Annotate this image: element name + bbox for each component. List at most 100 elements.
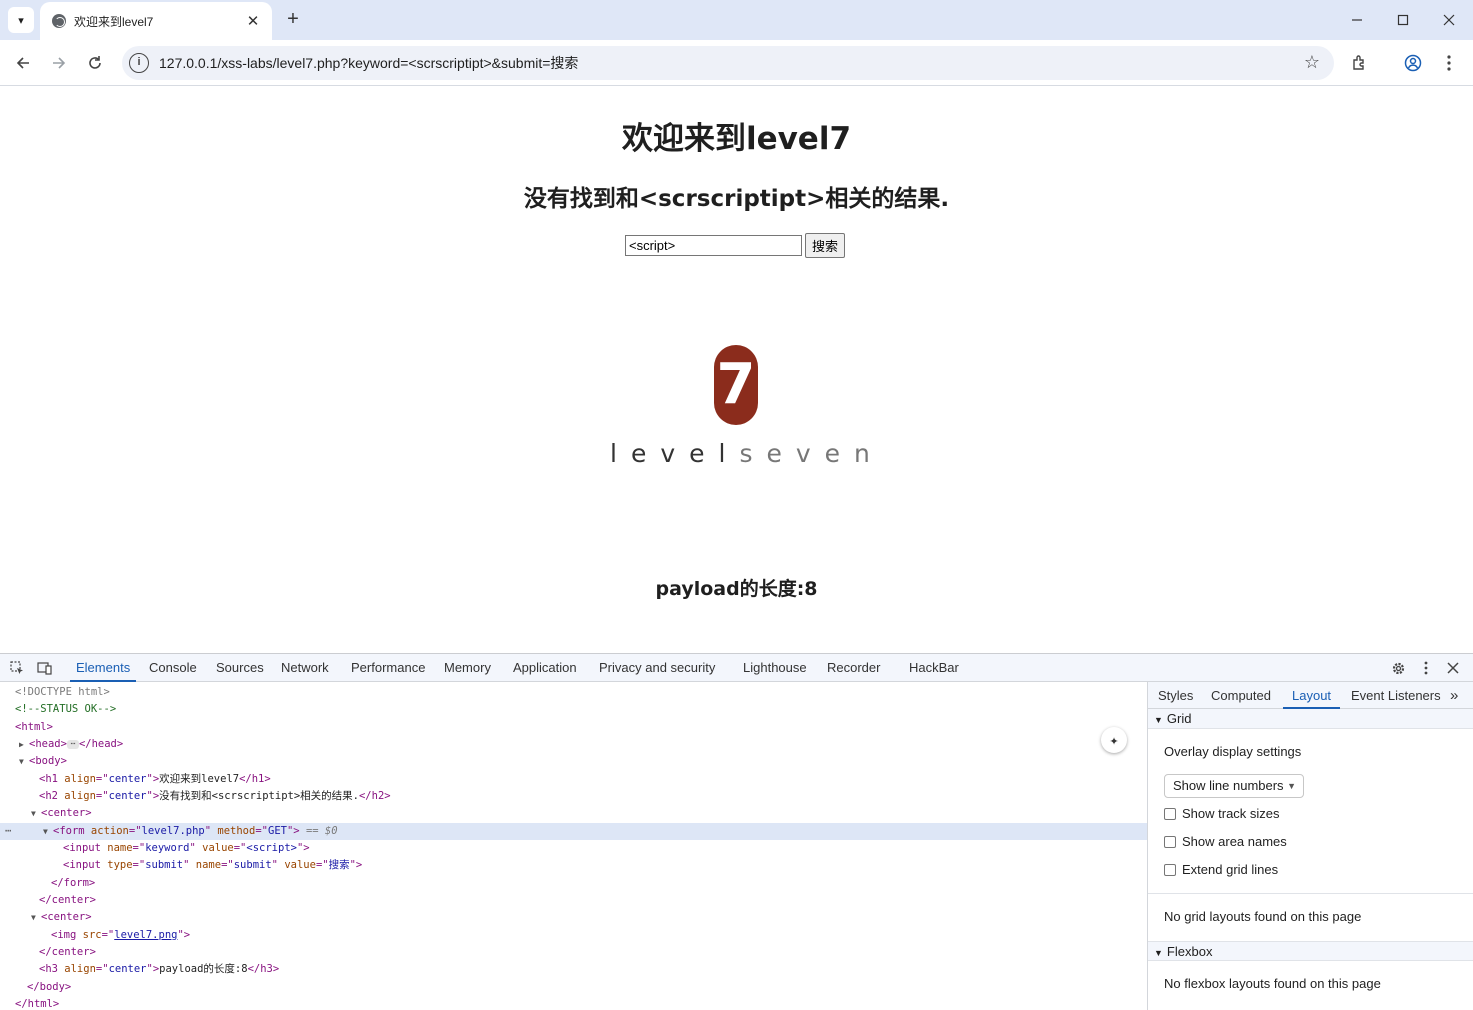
url-text[interactable]: 127.0.0.1/xss-labs/level7.php?keyword=<s…: [159, 53, 578, 73]
dom-node-head[interactable]: ▶ <head> ⋯ </head>: [0, 736, 1147, 753]
collapse-triangle-icon[interactable]: ▼: [31, 909, 41, 926]
maximize-button[interactable]: [1380, 6, 1426, 34]
dom-node-input-keyword[interactable]: <input name="keyword" value="<script>">: [0, 840, 1147, 857]
profile-button[interactable]: [1401, 51, 1425, 75]
devtools-tab-application[interactable]: Application: [513, 654, 577, 682]
img-src-link[interactable]: level7.png: [114, 929, 177, 941]
html-close-tag: </html>: [15, 998, 60, 1010]
input1-tag: <input: [63, 842, 101, 854]
gear-icon[interactable]: [1389, 659, 1407, 677]
device-toolbar-icon[interactable]: [36, 659, 54, 677]
devtools-tab-elements[interactable]: Elements: [70, 654, 137, 682]
collapse-triangle-icon[interactable]: ▼: [31, 805, 41, 822]
extensions-button[interactable]: [1348, 51, 1372, 75]
html-open-tag: <html>: [15, 721, 53, 733]
h2-eq: =": [95, 790, 109, 802]
dom-node-comment[interactable]: <!--STATUS OK-->: [0, 701, 1147, 718]
dom-node-center-1[interactable]: ▼ <center>: [0, 805, 1147, 822]
close-tab-icon[interactable]: ✕: [244, 12, 262, 30]
dom-node-h2[interactable]: <h2 align="center">没有找到和<scrscriptipt>相关…: [0, 788, 1147, 805]
dom-node-h3[interactable]: <h3 align="center">payload的长度:8</h3>: [0, 961, 1147, 978]
devtools-tab-memory[interactable]: Memory: [444, 654, 491, 682]
h1-text: 欢迎来到level7: [159, 773, 240, 785]
checkbox-show-area-names[interactable]: Show area names: [1164, 834, 1287, 849]
devtools-tab-performance[interactable]: Performance: [351, 654, 425, 682]
browser-tab[interactable]: 欢迎来到level7 ✕: [40, 2, 272, 40]
close-window-button[interactable]: [1426, 6, 1472, 34]
address-bar[interactable]: i 127.0.0.1/xss-labs/level7.php?keyword=…: [122, 46, 1334, 80]
devtools-tab-lighthouse[interactable]: Lighthouse: [743, 654, 807, 682]
dom-node-form-selected[interactable]: ⋯ ▼ <form action="level7.php" method="GET"…: [0, 823, 1147, 840]
dom-node-input-submit[interactable]: <input type="submit" name="submit" value…: [0, 857, 1147, 874]
dom-node-body-close[interactable]: </body>: [0, 979, 1147, 996]
devtools-tab-privacy[interactable]: Privacy and security: [599, 654, 715, 682]
accessibility-tree-button[interactable]: ✦: [1101, 727, 1127, 753]
dom-node-doctype[interactable]: <!DOCTYPE html>: [0, 684, 1147, 701]
expand-triangle-icon[interactable]: ▶: [19, 736, 29, 753]
dom-node-center-2-close[interactable]: </center>: [0, 944, 1147, 961]
input2-type-value: submit: [145, 859, 184, 871]
checkbox-box[interactable]: [1164, 807, 1176, 820]
checkbox-extend-grid-lines[interactable]: Extend grid lines: [1164, 862, 1278, 877]
devtools-sidebar: Styles Computed Layout Event Listeners »…: [1147, 682, 1473, 1010]
logo-word-seven: seven: [739, 439, 884, 468]
node-actions-icon[interactable]: ⋯: [5, 823, 11, 840]
checkbox-show-track-sizes[interactable]: Show track sizes: [1164, 806, 1280, 821]
collapsed-ellipsis[interactable]: ⋯: [66, 739, 79, 749]
new-tab-button[interactable]: +: [282, 8, 304, 30]
h1-attr-value: center: [108, 773, 147, 785]
dom-node-body[interactable]: ▼ <body>: [0, 753, 1147, 770]
input1-attr-value: value: [195, 842, 234, 854]
devtools-tab-sources[interactable]: Sources: [216, 654, 264, 682]
dom-node-form-close[interactable]: </form>: [0, 875, 1147, 892]
elements-tree[interactable]: <!DOCTYPE html> <!--STATUS OK--> <html> …: [0, 682, 1147, 1010]
chevron-down-icon: ▾: [18, 14, 24, 27]
devtools-tab-hackbar[interactable]: HackBar: [909, 654, 959, 682]
input2-attr-name: name: [189, 859, 222, 871]
bookmark-star-icon[interactable]: ☆: [1304, 52, 1320, 73]
more-tabs-icon[interactable]: »: [1450, 682, 1458, 709]
back-button[interactable]: [9, 49, 37, 77]
collapse-triangle-icon[interactable]: ▼: [19, 753, 29, 770]
input2-tag: <input: [63, 859, 101, 871]
search-submit-button[interactable]: 搜索: [805, 233, 846, 258]
devtools-tab-recorder[interactable]: Recorder: [827, 654, 880, 682]
checkbox-label: Extend grid lines: [1182, 862, 1279, 877]
dom-node-html[interactable]: <html>: [0, 719, 1147, 736]
caret-down-icon: ▼: [1287, 781, 1296, 791]
sidebar-tab-layout[interactable]: Layout: [1283, 682, 1341, 709]
logo-word-level: level: [610, 439, 740, 468]
tab-search-button[interactable]: ▾: [8, 7, 34, 33]
reload-button[interactable]: [81, 49, 109, 77]
inspect-element-icon[interactable]: [8, 659, 26, 677]
flexbox-section-header[interactable]: ▼ Flexbox: [1148, 941, 1473, 961]
minimize-button[interactable]: [1334, 6, 1380, 34]
grid-section-header[interactable]: ▼ Grid: [1148, 709, 1473, 729]
h1-close: </h1>: [239, 773, 271, 785]
dom-node-img[interactable]: <img src="level7.png">: [0, 927, 1147, 944]
devtools-tab-network[interactable]: Network: [281, 654, 329, 682]
keyword-input[interactable]: [625, 235, 802, 256]
checkbox-box[interactable]: [1164, 835, 1176, 848]
sidebar-tab-styles[interactable]: Styles: [1158, 682, 1193, 709]
info-icon[interactable]: i: [129, 53, 149, 73]
sidebar-tab-computed[interactable]: Computed: [1211, 682, 1271, 709]
sidebar-tabbar: Styles Computed Layout Event Listeners »: [1148, 682, 1473, 709]
forward-button[interactable]: [45, 49, 73, 77]
checkbox-box[interactable]: [1164, 863, 1176, 876]
input1-eq-2: =": [233, 842, 247, 854]
dom-node-center-1-close[interactable]: </center>: [0, 892, 1147, 909]
dom-node-center-2[interactable]: ▼ <center>: [0, 909, 1147, 926]
payload-length: payload的长度:8: [655, 578, 818, 600]
sidebar-tab-event-listeners[interactable]: Event Listeners: [1351, 682, 1441, 709]
grid-overlay-select[interactable]: Show line numbers ▼: [1164, 774, 1304, 798]
devtools-tab-console[interactable]: Console: [149, 654, 197, 682]
dom-node-html-close[interactable]: </html>: [0, 996, 1147, 1010]
close-devtools-icon[interactable]: [1444, 659, 1462, 677]
browser-menu-button[interactable]: [1437, 51, 1461, 75]
profile-icon: [1404, 54, 1422, 72]
devtools-more-icon[interactable]: [1417, 659, 1435, 677]
collapse-triangle-icon[interactable]: ▼: [43, 823, 53, 840]
no-flexbox-message: No flexbox layouts found on this page: [1164, 976, 1381, 991]
dom-node-h1[interactable]: <h1 align="center">欢迎来到level7</h1>: [0, 771, 1147, 788]
